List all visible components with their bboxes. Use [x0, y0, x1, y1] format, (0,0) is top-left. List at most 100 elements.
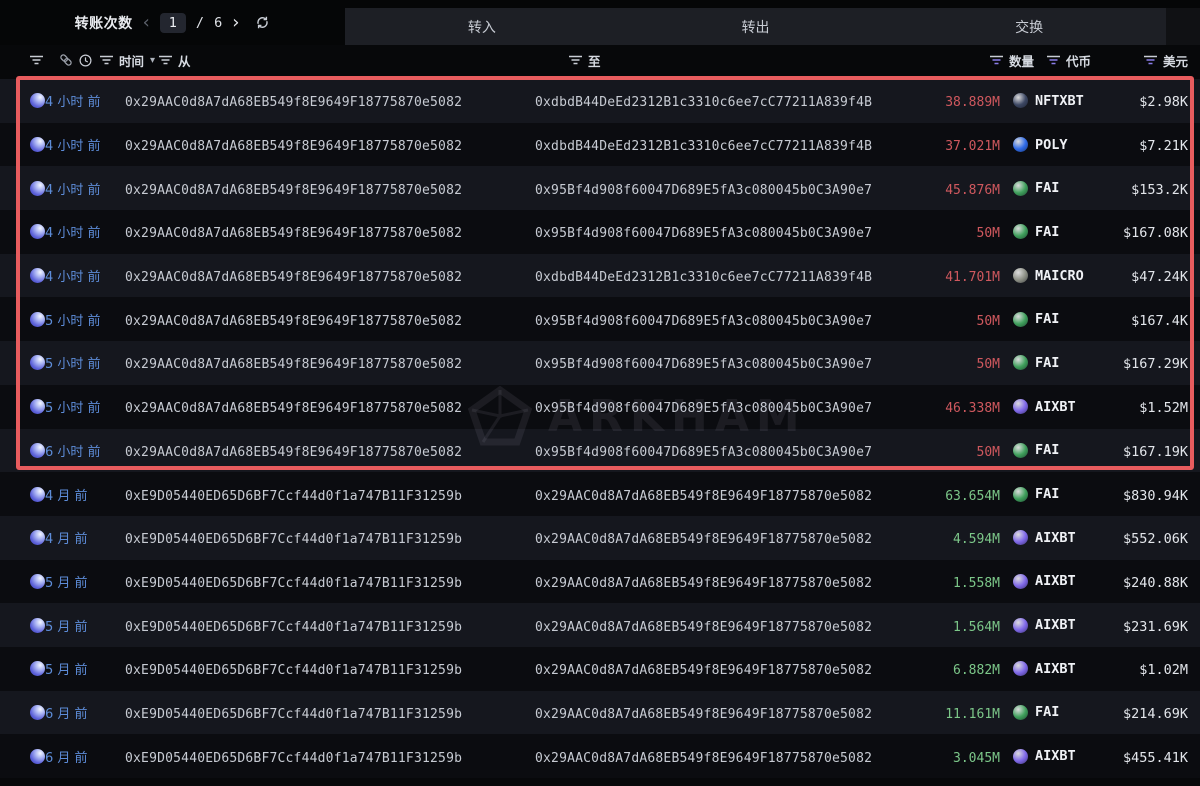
tab-transfers-out[interactable]: 转出: [619, 8, 893, 45]
from-address-link[interactable]: 0xE9D05440ED65D6BF7Ccf44d0f1a747B11F3125…: [125, 532, 462, 547]
tab-swaps[interactable]: 交换: [892, 8, 1166, 45]
from-address-link[interactable]: 0x29AAC0d8A7dA68EB549f8E9649F18775870e50…: [125, 314, 462, 329]
table-row[interactable]: 4 小时 前 0x29AAC0d8A7dA68EB549f8E9649F1877…: [0, 210, 1200, 254]
from-address-link[interactable]: 0xE9D05440ED65D6BF7Ccf44d0f1a747B11F3125…: [125, 663, 462, 678]
token-symbol[interactable]: AIXBT: [1035, 573, 1076, 589]
transaction-sphere-icon[interactable]: [30, 268, 45, 283]
to-address-link[interactable]: 0x95Bf4d908f60047D689E5fA3c080045b0C3A90…: [535, 357, 872, 372]
time-ago-link[interactable]: 5 月 前: [45, 620, 88, 635]
time-ago-link[interactable]: 6 月 前: [45, 707, 88, 722]
token-symbol[interactable]: POLY: [1035, 137, 1068, 153]
transaction-sphere-icon[interactable]: [30, 355, 45, 370]
transaction-sphere-icon[interactable]: [30, 705, 45, 720]
time-ago-link[interactable]: 5 小时 前: [45, 401, 101, 416]
token-symbol[interactable]: AIXBT: [1035, 661, 1076, 677]
time-ago-link[interactable]: 6 小时 前: [45, 445, 101, 460]
to-address-link[interactable]: 0x95Bf4d908f60047D689E5fA3c080045b0C3A90…: [535, 314, 872, 329]
table-row[interactable]: 4 小时 前 0x29AAC0d8A7dA68EB549f8E9649F1877…: [0, 166, 1200, 210]
amount-filter-button[interactable]: [990, 55, 1003, 65]
transaction-sphere-icon[interactable]: [30, 399, 45, 414]
time-ago-link[interactable]: 5 小时 前: [45, 357, 101, 372]
time-filter-button[interactable]: [100, 55, 113, 65]
time-ago-link[interactable]: 4 月 前: [45, 489, 88, 504]
time-ago-link[interactable]: 4 小时 前: [45, 95, 101, 110]
table-row[interactable]: 4 小时 前 0x29AAC0d8A7dA68EB549f8E9649F1877…: [0, 123, 1200, 167]
to-address-link[interactable]: 0x29AAC0d8A7dA68EB549f8E9649F18775870e50…: [535, 532, 872, 547]
table-row[interactable]: 5 小时 前 0x29AAC0d8A7dA68EB549f8E9649F1877…: [0, 341, 1200, 385]
transaction-sphere-icon[interactable]: [30, 618, 45, 633]
time-ago-link[interactable]: 5 小时 前: [45, 314, 101, 329]
table-row[interactable]: 5 月 前 0xE9D05440ED65D6BF7Ccf44d0f1a747B1…: [0, 603, 1200, 647]
to-filter-button[interactable]: [569, 55, 582, 65]
transaction-sphere-icon[interactable]: [30, 574, 45, 589]
transaction-sphere-icon[interactable]: [30, 443, 45, 458]
table-row[interactable]: 6 月 前 0xE9D05440ED65D6BF7Ccf44d0f1a747B1…: [0, 734, 1200, 778]
transaction-sphere-icon[interactable]: [30, 530, 45, 545]
to-address-link[interactable]: 0x95Bf4d908f60047D689E5fA3c080045b0C3A90…: [535, 226, 872, 241]
to-address-link[interactable]: 0x29AAC0d8A7dA68EB549f8E9649F18775870e50…: [535, 663, 872, 678]
to-address-link[interactable]: 0x29AAC0d8A7dA68EB549f8E9649F18775870e50…: [535, 489, 872, 504]
time-ago-link[interactable]: 4 小时 前: [45, 226, 101, 241]
token-symbol[interactable]: FAI: [1035, 311, 1059, 327]
token-symbol[interactable]: AIXBT: [1035, 530, 1076, 546]
transaction-sphere-icon[interactable]: [30, 224, 45, 239]
to-address-link[interactable]: 0x29AAC0d8A7dA68EB549f8E9649F18775870e50…: [535, 620, 872, 635]
refresh-button[interactable]: [255, 15, 270, 30]
token-symbol[interactable]: FAI: [1035, 224, 1059, 240]
from-address-link[interactable]: 0x29AAC0d8A7dA68EB549f8E9649F18775870e50…: [125, 95, 462, 110]
token-symbol[interactable]: FAI: [1035, 180, 1059, 196]
to-address-link[interactable]: 0x95Bf4d908f60047D689E5fA3c080045b0C3A90…: [535, 183, 872, 198]
to-address-link[interactable]: 0x29AAC0d8A7dA68EB549f8E9649F18775870e50…: [535, 751, 872, 766]
from-address-link[interactable]: 0x29AAC0d8A7dA68EB549f8E9649F18775870e50…: [125, 401, 462, 416]
transaction-sphere-icon[interactable]: [30, 661, 45, 676]
from-address-link[interactable]: 0x29AAC0d8A7dA68EB549f8E9649F18775870e50…: [125, 445, 462, 460]
token-symbol[interactable]: MAICRO: [1035, 268, 1084, 284]
transaction-sphere-icon[interactable]: [30, 137, 45, 152]
column-header-from[interactable]: 从: [178, 51, 191, 70]
time-ago-link[interactable]: 4 小时 前: [45, 270, 101, 285]
time-ago-link[interactable]: 4 小时 前: [45, 183, 101, 198]
prev-page-button[interactable]: ‹: [143, 14, 150, 32]
time-ago-link[interactable]: 4 月 前: [45, 532, 88, 547]
token-filter-button[interactable]: [1047, 55, 1060, 65]
from-address-link[interactable]: 0xE9D05440ED65D6BF7Ccf44d0f1a747B11F3125…: [125, 620, 462, 635]
from-address-link[interactable]: 0xE9D05440ED65D6BF7Ccf44d0f1a747B11F3125…: [125, 489, 462, 504]
to-address-link[interactable]: 0x29AAC0d8A7dA68EB549f8E9649F18775870e50…: [535, 707, 872, 722]
table-row[interactable]: 5 月 前 0xE9D05440ED65D6BF7Ccf44d0f1a747B1…: [0, 647, 1200, 691]
table-row[interactable]: 4 小时 前 0x29AAC0d8A7dA68EB549f8E9649F1877…: [0, 79, 1200, 123]
to-address-link[interactable]: 0x29AAC0d8A7dA68EB549f8E9649F18775870e50…: [535, 576, 872, 591]
transaction-sphere-icon[interactable]: [30, 487, 45, 502]
column-header-token[interactable]: 代币: [1066, 51, 1091, 70]
table-row[interactable]: 6 小时 前 0x29AAC0d8A7dA68EB549f8E9649F1877…: [0, 429, 1200, 473]
link-filter-button[interactable]: [59, 53, 73, 67]
token-symbol[interactable]: AIXBT: [1035, 399, 1076, 415]
token-symbol[interactable]: FAI: [1035, 355, 1059, 371]
from-address-link[interactable]: 0x29AAC0d8A7dA68EB549f8E9649F18775870e50…: [125, 270, 462, 285]
transaction-sphere-icon[interactable]: [30, 93, 45, 108]
from-address-link[interactable]: 0xE9D05440ED65D6BF7Ccf44d0f1a747B11F3125…: [125, 576, 462, 591]
to-address-link[interactable]: 0xdbdB44DeEd2312B1c3310c6ee7cC77211A839f…: [535, 95, 872, 110]
time-sort-button[interactable]: [79, 54, 92, 67]
tab-transfers-in[interactable]: 转入: [345, 8, 619, 45]
usd-filter-button[interactable]: [1144, 55, 1157, 65]
chevron-down-icon[interactable]: ▾: [150, 55, 155, 66]
token-symbol[interactable]: NFTXBT: [1035, 93, 1084, 109]
time-ago-link[interactable]: 5 月 前: [45, 663, 88, 678]
transaction-sphere-icon[interactable]: [30, 181, 45, 196]
table-row[interactable]: 4 小时 前 0x29AAC0d8A7dA68EB549f8E9649F1877…: [0, 254, 1200, 298]
next-page-button[interactable]: ›: [232, 14, 239, 32]
from-filter-button[interactable]: [159, 55, 172, 65]
table-row[interactable]: 6 月 前 0xE9D05440ED65D6BF7Ccf44d0f1a747B1…: [0, 691, 1200, 735]
column-header-amount[interactable]: 数量: [1009, 51, 1034, 70]
token-symbol[interactable]: AIXBT: [1035, 748, 1076, 764]
token-symbol[interactable]: FAI: [1035, 704, 1059, 720]
table-row[interactable]: 4 月 前 0xE9D05440ED65D6BF7Ccf44d0f1a747B1…: [0, 472, 1200, 516]
transaction-sphere-icon[interactable]: [30, 749, 45, 764]
time-ago-link[interactable]: 5 月 前: [45, 576, 88, 591]
table-row[interactable]: 5 小时 前 0x29AAC0d8A7dA68EB549f8E9649F1877…: [0, 385, 1200, 429]
to-address-link[interactable]: 0xdbdB44DeEd2312B1c3310c6ee7cC77211A839f…: [535, 139, 872, 154]
time-ago-link[interactable]: 6 月 前: [45, 751, 88, 766]
table-row[interactable]: 4 月 前 0xE9D05440ED65D6BF7Ccf44d0f1a747B1…: [0, 516, 1200, 560]
from-address-link[interactable]: 0xE9D05440ED65D6BF7Ccf44d0f1a747B11F3125…: [125, 707, 462, 722]
from-address-link[interactable]: 0xE9D05440ED65D6BF7Ccf44d0f1a747B11F3125…: [125, 751, 462, 766]
